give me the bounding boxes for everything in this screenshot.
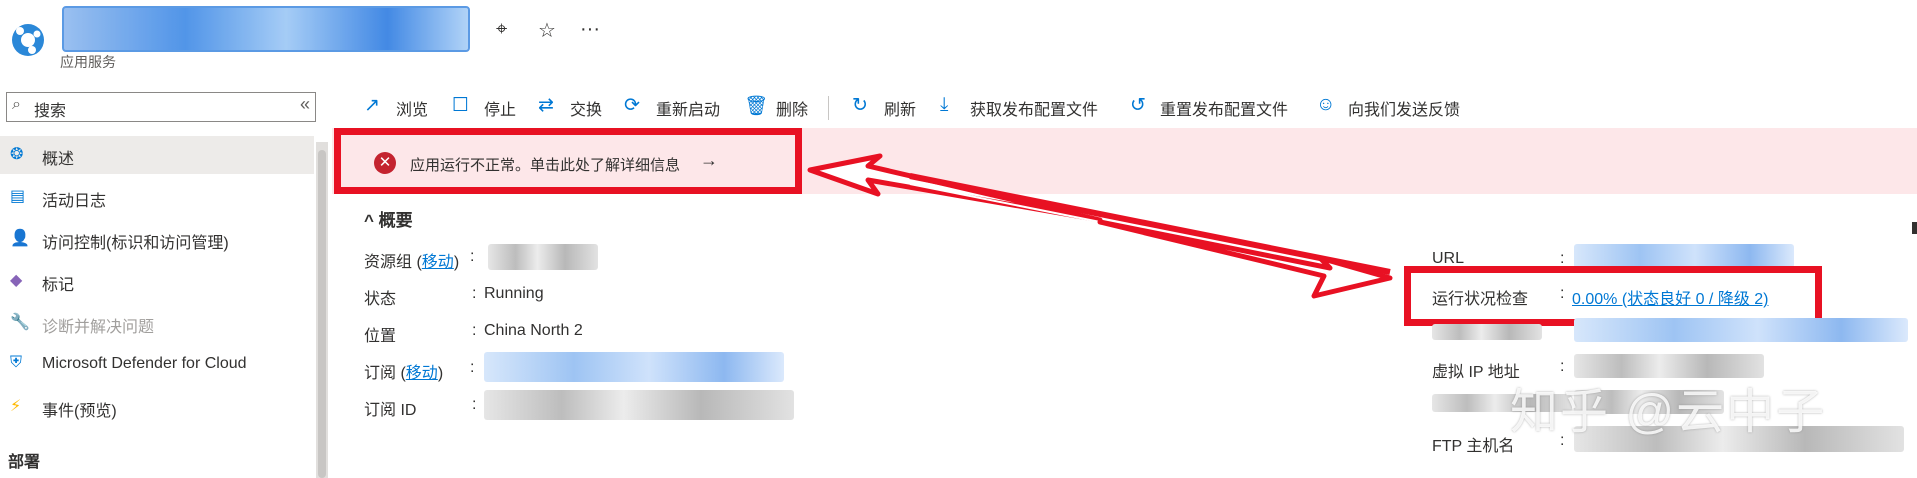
chevron-up-icon: ^	[364, 211, 374, 230]
sidebar-item-label: 标记	[42, 277, 75, 294]
stop-icon: ☐	[452, 95, 470, 116]
separator: :	[470, 248, 475, 265]
resource-type: 应用服务	[60, 54, 116, 70]
swap-icon: ⇄	[538, 95, 554, 116]
error-icon: ✕	[374, 152, 396, 174]
arrow-right-icon: →	[700, 150, 718, 170]
health-check-label: 运行状况检查	[1432, 291, 1529, 308]
restart-icon: ⟳	[624, 95, 640, 116]
sidebar-item-label: 访问控制(标识和访问管理)	[42, 235, 229, 252]
subscription-label: 订阅 (移动)	[364, 365, 444, 382]
open-external-icon: ↗	[364, 95, 380, 116]
annotation-arrowhead-right	[1097, 219, 1393, 299]
separator: :	[472, 322, 477, 339]
separator: :	[472, 285, 477, 302]
subscription-id-label: 订阅 ID	[364, 402, 417, 419]
overview-icon: ❂	[10, 146, 24, 163]
send-feedback-button[interactable]: 向我们发送反馈	[1348, 96, 1460, 120]
sidebar-scrollbar-thumb[interactable]	[318, 150, 326, 478]
shield-icon: ⛨	[10, 354, 23, 371]
access-control-icon: 👤	[10, 230, 30, 247]
resource-group-label: 资源组 (移动)	[364, 254, 460, 271]
get-publish-profile-button[interactable]: 获取发布配置文件	[970, 96, 1098, 120]
activity-log-icon: ▤	[10, 188, 26, 205]
tag-icon: ◆	[10, 272, 23, 289]
pin-icon[interactable]: ⌖	[496, 18, 507, 41]
sidebar-section-deployment: 部署	[8, 454, 41, 471]
essentials-title: 概要	[378, 211, 413, 230]
reset-publish-profile-button[interactable]: 重置发布配置文件	[1160, 96, 1288, 120]
app-service-plan-value-redacted	[1574, 318, 1908, 342]
download-icon: ⤓	[940, 94, 949, 115]
browse-button[interactable]: 浏览	[396, 96, 428, 120]
status-label: 状态	[364, 291, 397, 308]
watermark: 知乎 @云中子	[1510, 386, 1827, 439]
edge-marker	[1912, 222, 1917, 234]
swap-button[interactable]: 交换	[570, 96, 602, 120]
health-check-link[interactable]: 0.00% (状态良好 0 / 降级 2)	[1572, 285, 1769, 309]
ftp-hostname-label: FTP 主机名	[1432, 438, 1515, 455]
location-value: China North 2	[484, 322, 583, 339]
essentials-header[interactable]: ^ 概要	[364, 206, 413, 231]
more-icon[interactable]: ···	[580, 18, 600, 41]
lightning-icon: ⚡	[10, 398, 22, 415]
sidebar-item-label: 诊断并解决问题	[42, 319, 155, 336]
subscription-id-value-redacted	[484, 390, 794, 420]
search-icon: ⌕	[12, 96, 21, 113]
delete-button[interactable]: 删除	[776, 96, 808, 120]
location-label: 位置	[364, 328, 397, 345]
app-title-redacted	[62, 6, 470, 52]
stop-button[interactable]: 停止	[484, 96, 516, 120]
url-value-redacted	[1574, 244, 1794, 268]
sidebar-item-label: Microsoft Defender for Cloud	[42, 355, 247, 372]
refresh-button[interactable]: 刷新	[884, 96, 916, 120]
alert-message[interactable]: 应用运行不正常。单击此处了解详细信息	[410, 154, 680, 175]
delete-icon: 🗑	[744, 96, 769, 117]
feedback-icon: ☺	[1316, 94, 1336, 115]
separator: :	[472, 396, 477, 413]
status-value: Running	[484, 285, 544, 302]
collapse-sidebar-button[interactable]: «	[300, 94, 310, 115]
move-resource-group-link[interactable]: 移动	[422, 254, 454, 271]
refresh-icon: ↻	[852, 95, 868, 116]
wrench-icon: 🔧	[10, 314, 30, 331]
virtual-ip-label: 虚拟 IP 地址	[1432, 364, 1520, 381]
sidebar-item-label: 概述	[42, 151, 75, 168]
toolbar-separator	[828, 96, 829, 120]
separator: :	[470, 359, 475, 376]
app-service-plan-label-redacted	[1432, 324, 1542, 340]
move-subscription-link[interactable]: 移动	[406, 365, 438, 382]
subscription-value-redacted	[484, 352, 784, 382]
sidebar-item-label: 事件(预览)	[42, 403, 117, 420]
sidebar-item-label: 活动日志	[42, 193, 107, 210]
resource-group-value-redacted	[488, 244, 598, 270]
star-icon[interactable]: ☆	[538, 18, 556, 43]
undo-icon: ↺	[1130, 95, 1146, 116]
restart-button[interactable]: 重新启动	[656, 96, 720, 120]
search-placeholder: 搜索	[34, 103, 67, 120]
separator: :	[1560, 285, 1565, 302]
app-service-icon	[12, 24, 44, 56]
annotation-double-arrow	[807, 153, 1393, 299]
